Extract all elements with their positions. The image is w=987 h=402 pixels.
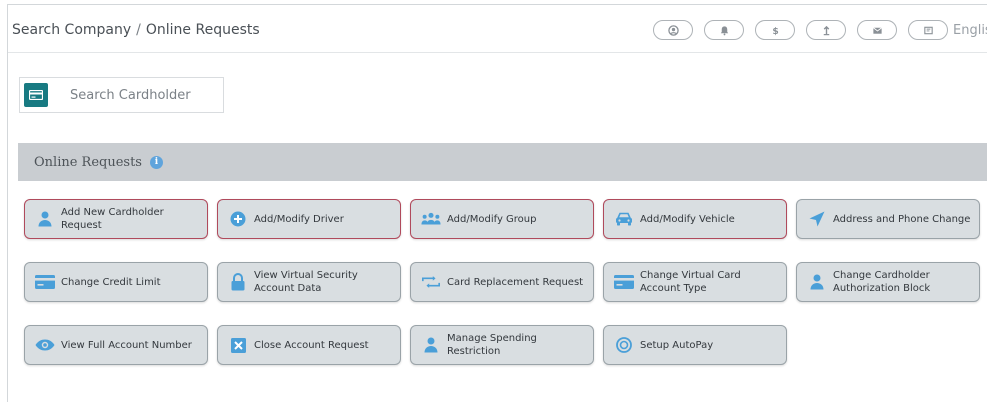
change-cardholder-authorization-block-button[interactable]: Change Cardholder Authorization Block <box>796 262 980 302</box>
lock-icon <box>228 273 248 291</box>
eye-icon <box>35 339 55 351</box>
dollar-icon[interactable]: $ <box>755 20 795 40</box>
breadcrumb-separator: / <box>136 22 141 38</box>
close-account-request-button[interactable]: Close Account Request <box>217 325 401 365</box>
search-input[interactable] <box>70 87 220 103</box>
search-cardholder <box>19 77 224 113</box>
card-search-icon[interactable] <box>24 83 48 107</box>
credit-card-icon <box>35 275 55 289</box>
button-label: Close Account Request <box>254 339 369 351</box>
add-new-cardholder-request-button[interactable]: Add New Cardholder Request <box>24 199 208 239</box>
user-icon[interactable] <box>653 20 693 40</box>
header-actions: $ English <box>653 20 987 40</box>
upload-icon[interactable] <box>806 20 846 40</box>
person-icon <box>807 274 827 290</box>
breadcrumb: Search Company / Online Requests <box>12 22 260 38</box>
breadcrumb-company[interactable]: Search Company <box>12 22 131 38</box>
top-bar: Search Company / Online Requests $ Engli <box>8 5 987 53</box>
svg-text:$: $ <box>772 26 778 36</box>
person-icon <box>35 211 55 227</box>
button-label: Card Replacement Request <box>447 276 584 288</box>
change-virtual-card-account-type-button[interactable]: Change Virtual Card Account Type <box>603 262 787 302</box>
change-credit-limit-button[interactable]: Change Credit Limit <box>24 262 208 302</box>
add-modify-vehicle-button[interactable]: Add/Modify Vehicle <box>603 199 787 239</box>
credit-card-icon <box>614 275 634 289</box>
button-label: Change Cardholder Authorization Block <box>833 270 931 294</box>
button-label: Change Credit Limit <box>61 276 161 288</box>
add-modify-group-button[interactable]: Add/Modify Group <box>410 199 594 239</box>
close-square-icon <box>228 337 248 353</box>
button-label: View Virtual Security Account Data <box>254 270 358 294</box>
panel-title: Online Requests <box>34 154 142 170</box>
mail-icon[interactable] <box>857 20 897 40</box>
main-frame: Search Company / Online Requests $ Engli… <box>7 4 987 402</box>
language-selector[interactable]: English <box>953 23 987 38</box>
view-full-account-number-button[interactable]: View Full Account Number <box>24 325 208 365</box>
info-icon[interactable]: i <box>149 155 163 169</box>
location-arrow-icon <box>807 211 827 227</box>
bell-icon[interactable] <box>704 20 744 40</box>
manage-spending-restriction-button[interactable]: Manage Spending Restriction <box>410 325 594 365</box>
button-label: View Full Account Number <box>61 339 192 351</box>
autopay-circle-icon <box>614 337 634 353</box>
view-virtual-security-account-data-button[interactable]: View Virtual Security Account Data <box>217 262 401 302</box>
person-icon <box>421 337 441 353</box>
address-and-phone-change-button[interactable]: Address and Phone Change <box>796 199 980 239</box>
retweet-icon <box>421 275 441 289</box>
button-label: Manage Spending Restriction <box>447 333 537 357</box>
button-label: Add/Modify Driver <box>254 213 344 225</box>
button-label: Add/Modify Group <box>447 213 537 225</box>
plus-circle-icon <box>228 211 248 227</box>
setup-autopay-button[interactable]: Setup AutoPay <box>603 325 787 365</box>
button-label: Add/Modify Vehicle <box>640 213 735 225</box>
breadcrumb-current: Online Requests <box>145 22 260 38</box>
button-label: Setup AutoPay <box>640 339 714 351</box>
button-label: Address and Phone Change <box>833 213 971 225</box>
panel-header: Online Requests i <box>18 143 987 181</box>
button-label: Change Virtual Card Account Type <box>640 270 741 294</box>
card-replacement-request-button[interactable]: Card Replacement Request <box>410 262 594 302</box>
group-icon <box>421 212 441 226</box>
car-icon <box>614 212 634 226</box>
flag-icon[interactable] <box>908 20 948 40</box>
add-modify-driver-button[interactable]: Add/Modify Driver <box>217 199 401 239</box>
button-label: Add New Cardholder Request <box>61 207 164 231</box>
